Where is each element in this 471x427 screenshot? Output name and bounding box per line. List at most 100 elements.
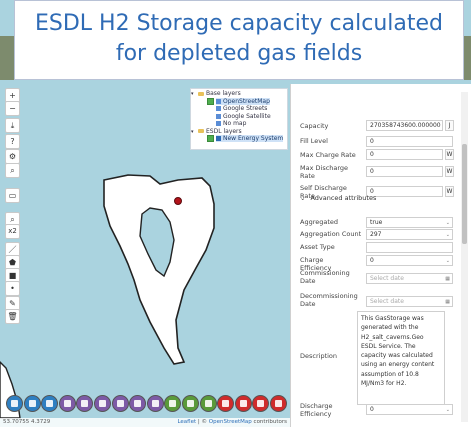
discharge-efficiency-input[interactable]: 0 ⌄: [366, 404, 453, 415]
draw-marker-icon[interactable]: •: [5, 281, 20, 296]
checkbox-icon[interactable]: [207, 135, 214, 142]
asset-toolbar: [6, 392, 290, 417]
fill-level-label: Fill Level: [300, 137, 328, 145]
asset-type-label: Asset Type: [300, 243, 335, 251]
folder-icon: [198, 91, 204, 96]
zoom-level-badge: x2: [5, 224, 20, 239]
aggregated-select[interactable]: true ⌄: [366, 217, 453, 228]
decommissioning-date-input[interactable]: Select date ▦: [366, 296, 453, 307]
commissioning-date-input[interactable]: Select date ▦: [366, 273, 453, 284]
turbine-park-icon[interactable]: [41, 395, 59, 412]
tank-icon[interactable]: [129, 395, 147, 412]
capacity-unit: J: [445, 120, 454, 131]
gas-icon[interactable]: [270, 395, 287, 412]
layer-group-base[interactable]: ▾ Base layers: [191, 90, 287, 98]
max-discharge-unit: W: [445, 166, 454, 177]
layer-item-osm[interactable]: OpenStreetMap: [191, 97, 287, 106]
layer-group-label: ESDL layers: [206, 127, 242, 135]
banner-line-1: ESDL H2 Storage capacity calculated: [35, 11, 443, 36]
layer-item-energy-system[interactable]: New Energy System: [191, 135, 287, 143]
boiler-icon[interactable]: [252, 395, 270, 412]
max-discharge-input[interactable]: 0: [366, 166, 443, 177]
osm-link[interactable]: OpenStreetMap: [209, 419, 252, 425]
layer-icon: [216, 106, 221, 111]
status-bar: 53.70755 4.3729 Leaflet | © OpenStreetMa…: [0, 418, 290, 427]
attribution-sep: | ©: [196, 419, 209, 425]
turbine-icon[interactable]: [23, 395, 41, 412]
download-icon[interactable]: ⤓: [5, 118, 20, 133]
leaflet-link[interactable]: Leaflet: [177, 419, 196, 425]
commissioning-placeholder: Select date: [370, 275, 404, 282]
comment-icon[interactable]: ▭: [5, 188, 20, 203]
layers-panel: ▾ Base layers OpenStreetMap Google Street…: [190, 88, 288, 150]
attribution-contributors: contributors: [251, 419, 287, 425]
layer-icon: [216, 98, 221, 104]
calendar-icon: ▦: [445, 299, 450, 305]
solar-icon-glyph: [187, 400, 194, 407]
factory-icon[interactable]: [146, 395, 164, 412]
search-icon[interactable]: ⌕: [5, 163, 20, 178]
drill-icon[interactable]: [58, 395, 76, 412]
max-discharge-label: Max Discharge Rate: [300, 164, 349, 180]
charge-efficiency-input[interactable]: 0 ⌄: [366, 255, 453, 266]
storage-icon-glyph: [116, 400, 124, 407]
capacity-input[interactable]: 270358743600.000000: [366, 120, 443, 131]
fill-level-input[interactable]: 0: [366, 136, 453, 147]
battery-icon[interactable]: [94, 395, 111, 412]
boiler-icon-glyph: [257, 400, 265, 407]
discharge-efficiency-label: Discharge Efficiency: [300, 402, 333, 418]
globe-icon-glyph: [11, 400, 18, 407]
checkbox-icon[interactable]: [207, 97, 214, 105]
gas-icon-glyph: [275, 400, 282, 407]
self-discharge-unit: W: [445, 186, 454, 197]
calendar-icon: ▦: [445, 276, 450, 282]
heat-pump-icon-glyph: [239, 400, 247, 407]
globe-icon[interactable]: [6, 395, 23, 412]
energy-system-icon: [216, 136, 221, 141]
decommissioning-placeholder: Select date: [370, 298, 404, 305]
layer-item-google-streets[interactable]: Google Streets: [191, 105, 287, 113]
turbine-park-icon-glyph: [46, 400, 54, 407]
layer-group-label: Base layers: [206, 90, 241, 97]
transformer-icon[interactable]: [217, 395, 235, 412]
layer-item-google-satellite[interactable]: Google Satellite: [191, 113, 287, 121]
layer-item-label: OpenStreetMap: [223, 97, 270, 105]
storage-icon[interactable]: [111, 395, 129, 412]
scrollbar-thumb[interactable]: [462, 144, 467, 244]
grid-icon[interactable]: [76, 395, 94, 412]
transformer-icon-glyph: [222, 400, 230, 407]
heat-pump-icon[interactable]: [234, 395, 252, 412]
dropdown-arrow-icon: ⌄: [445, 220, 450, 226]
chevron-down-icon: ⌄: [300, 194, 306, 202]
layer-item-label: Google Satellite: [223, 112, 271, 120]
aggregated-value: true: [370, 219, 383, 226]
factory-icon-glyph: [151, 400, 159, 407]
bolt-icon[interactable]: [199, 395, 217, 412]
layer-group-esdl[interactable]: ▾ ESDL layers: [191, 128, 287, 136]
commissioning-label: Commissioning Date: [300, 269, 350, 285]
charge-efficiency-value: 0: [370, 257, 374, 264]
decommissioning-label: Decommissioning Date: [300, 292, 358, 308]
advanced-attributes-toggle[interactable]: ⌄ Advanced attributes: [300, 194, 376, 202]
delete-icon[interactable]: 🗑: [5, 309, 20, 324]
aggregated-label: Aggregated: [300, 218, 339, 226]
description-textarea[interactable]: This GasStorage was generated with the H…: [357, 311, 445, 405]
battery-icon-glyph: [99, 400, 106, 407]
coordinates-readout: 53.70755 4.3729: [3, 419, 51, 425]
self-discharge-input[interactable]: 0: [366, 186, 443, 197]
layer-icon: [216, 113, 221, 119]
max-charge-input[interactable]: 0: [366, 149, 443, 160]
aggregation-count-label: Aggregation Count: [300, 230, 362, 238]
zoom-out-button[interactable]: −: [5, 101, 20, 116]
solar-icon[interactable]: [182, 395, 199, 412]
help-icon[interactable]: ?: [5, 134, 20, 149]
house-icon[interactable]: [164, 395, 182, 412]
aggregation-count-input[interactable]: 297 ⌄: [366, 229, 453, 240]
panel-scrollbar[interactable]: [461, 92, 468, 422]
layer-item-no-map[interactable]: No map: [191, 120, 287, 128]
asset-type-input[interactable]: [366, 242, 453, 253]
house-icon-glyph: [169, 400, 177, 407]
settings-icon[interactable]: ⚙: [5, 149, 20, 164]
layer-item-label: New Energy System: [223, 135, 284, 142]
max-charge-unit: W: [445, 149, 454, 160]
